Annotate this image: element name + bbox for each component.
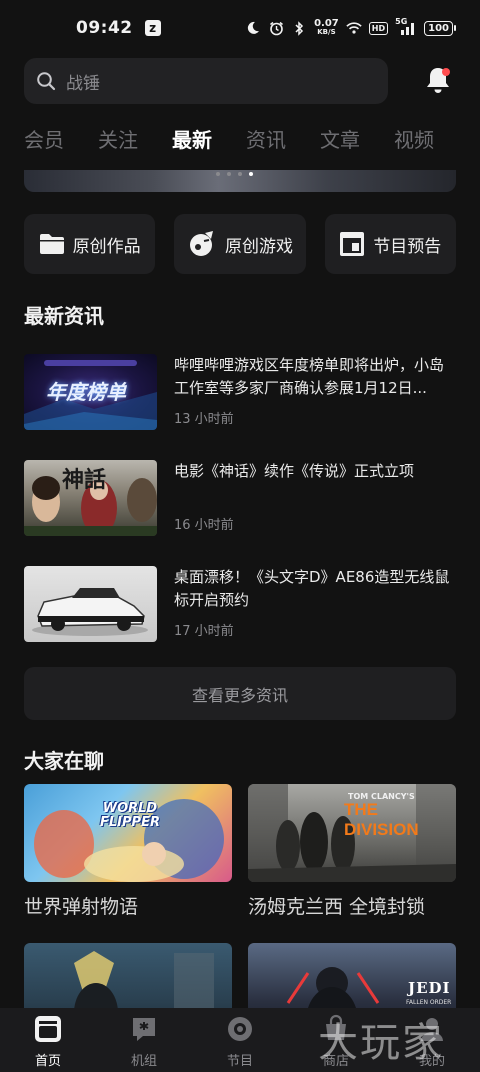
tab-latest[interactable]: 最新	[172, 124, 212, 162]
tab-articles[interactable]: 文章	[320, 124, 360, 162]
status-bar: 09:42 z 0.07 KB/S HD 5G 100	[0, 0, 480, 56]
carousel-dot	[238, 172, 242, 176]
news-section-title: 最新资讯	[24, 304, 104, 328]
network-type: 5G	[395, 17, 408, 26]
tab-following[interactable]: 关注	[98, 124, 138, 162]
original-games-label: 原创游戏	[224, 236, 293, 257]
news-item[interactable]: 神話 电影《神话》续作《传说》正式立项 16 小时前	[24, 460, 456, 536]
topic-card-image: TOM CLANCY'S THE DIVISION	[248, 784, 456, 882]
network-speed: 0.07 KB/S	[314, 19, 339, 37]
signal-icon: 5G	[395, 17, 417, 36]
news-thumbnail: 年度榜单	[24, 354, 157, 430]
moon-icon	[245, 20, 261, 36]
nav-home[interactable]: 首页	[0, 1008, 96, 1072]
game-controller-icon	[187, 229, 217, 259]
news-title: 电影《神话》续作《传说》正式立项	[174, 462, 415, 480]
nav-group-label: 机组	[130, 1054, 157, 1069]
net-speed-value: 0.07	[314, 18, 339, 29]
nav-store-label: 商店	[322, 1054, 349, 1069]
topic-card-image: WORLD FLIPPER	[24, 784, 232, 882]
program-schedule-button[interactable]: 节目预告	[324, 214, 456, 274]
tab-member[interactable]: 会员	[24, 124, 64, 162]
card-logo: WORLD FLIPPER	[100, 801, 160, 830]
nav-program[interactable]: 节目	[192, 1008, 288, 1072]
card-logo: JEDI	[408, 979, 451, 997]
thumbnail-title-text: 神話	[62, 467, 107, 493]
nav-profile-label: 我的	[418, 1054, 445, 1069]
carousel-dot	[227, 172, 231, 176]
original-works-button[interactable]: 原创作品	[24, 214, 156, 274]
topic-card-label: 世界弹射物语	[24, 896, 139, 918]
battery-level: 100	[424, 20, 453, 36]
hd-badge: HD	[368, 21, 389, 35]
carousel-indicator	[216, 172, 253, 176]
folder-icon	[39, 232, 65, 256]
bottom-navigation: 首页 机组 节目 商店 我的	[0, 1008, 480, 1072]
nav-program-label: 节目	[226, 1054, 253, 1069]
community-section-title: 大家在聊	[24, 749, 104, 773]
more-news-button[interactable]: 查看更多资讯	[24, 667, 456, 720]
home-icon	[33, 1014, 63, 1044]
status-time: 09:42	[76, 18, 133, 38]
bluetooth-icon	[291, 20, 307, 36]
carousel-dot-active	[249, 172, 253, 176]
news-item[interactable]: 桌面漂移！《头文字D》AE86造型无线鼠标开启预约 17 小时前	[24, 566, 456, 642]
search-input[interactable]: 战锤	[24, 58, 388, 104]
bell-icon	[422, 68, 454, 100]
net-speed-unit: KB/S	[317, 28, 336, 36]
news-time: 16 小时前	[174, 518, 234, 533]
nav-group[interactable]: 机组	[96, 1008, 192, 1072]
carousel-dot	[216, 172, 220, 176]
original-works-label: 原创作品	[72, 236, 141, 257]
news-time: 17 小时前	[174, 624, 234, 639]
program-icon	[225, 1014, 255, 1044]
thumbnail-title-text: 年度榜单	[46, 380, 126, 404]
search-placeholder: 战锤	[66, 73, 100, 94]
tab-news[interactable]: 资讯	[246, 124, 286, 162]
schedule-icon	[339, 231, 365, 257]
card-logo: THE DIVISION	[344, 800, 419, 839]
tab-videos[interactable]: 视频	[394, 124, 434, 162]
nav-store[interactable]: 商店	[288, 1008, 384, 1072]
program-schedule-label: 节目预告	[373, 236, 442, 257]
notification-dot	[442, 68, 450, 76]
thumbnail-art	[32, 588, 148, 636]
status-icons: 0.07 KB/S HD 5G 100	[245, 17, 456, 37]
battery-tip	[454, 25, 456, 31]
profile-icon	[417, 1014, 447, 1044]
quick-actions: 原创作品 原创游戏 节目预告	[24, 214, 456, 274]
news-title: 哔哩哔哩游戏区年度榜单即将出炉，小岛工作室等多家厂商确认参展1月12日...	[174, 356, 445, 397]
app-notification-icon: z	[144, 20, 161, 36]
topic-card-label: 汤姆克兰西 全境封锁	[248, 896, 426, 918]
original-games-button[interactable]: 原创游戏	[174, 214, 306, 274]
alarm-icon	[268, 20, 284, 36]
notification-button[interactable]	[422, 64, 454, 96]
group-icon	[129, 1014, 159, 1044]
store-icon	[321, 1014, 351, 1044]
news-thumbnail	[24, 566, 157, 642]
category-tabs: 会员 关注 最新 资讯 文章 视频	[24, 124, 480, 162]
news-time: 13 小时前	[174, 412, 234, 427]
card-art	[34, 799, 224, 882]
nav-profile[interactable]: 我的	[384, 1008, 480, 1072]
news-title: 桌面漂移！《头文字D》AE86造型无线鼠标开启预约	[174, 568, 450, 609]
topic-card[interactable]: WORLD FLIPPER 世界弹射物语	[24, 784, 232, 919]
wifi-icon	[346, 20, 362, 36]
news-item[interactable]: 年度榜单 哔哩哔哩游戏区年度榜单即将出炉，小岛工作室等多家厂商确认参展1月12日…	[24, 354, 456, 430]
nav-home-label: 首页	[34, 1054, 61, 1069]
news-thumbnail: 神話	[24, 460, 157, 536]
topic-card[interactable]: TOM CLANCY'S THE DIVISION 汤姆克兰西 全境封锁	[248, 784, 456, 919]
search-icon	[36, 71, 56, 91]
card-logo-subtitle: FALLEN ORDER	[406, 999, 452, 1006]
battery-indicator: 100	[424, 20, 456, 36]
